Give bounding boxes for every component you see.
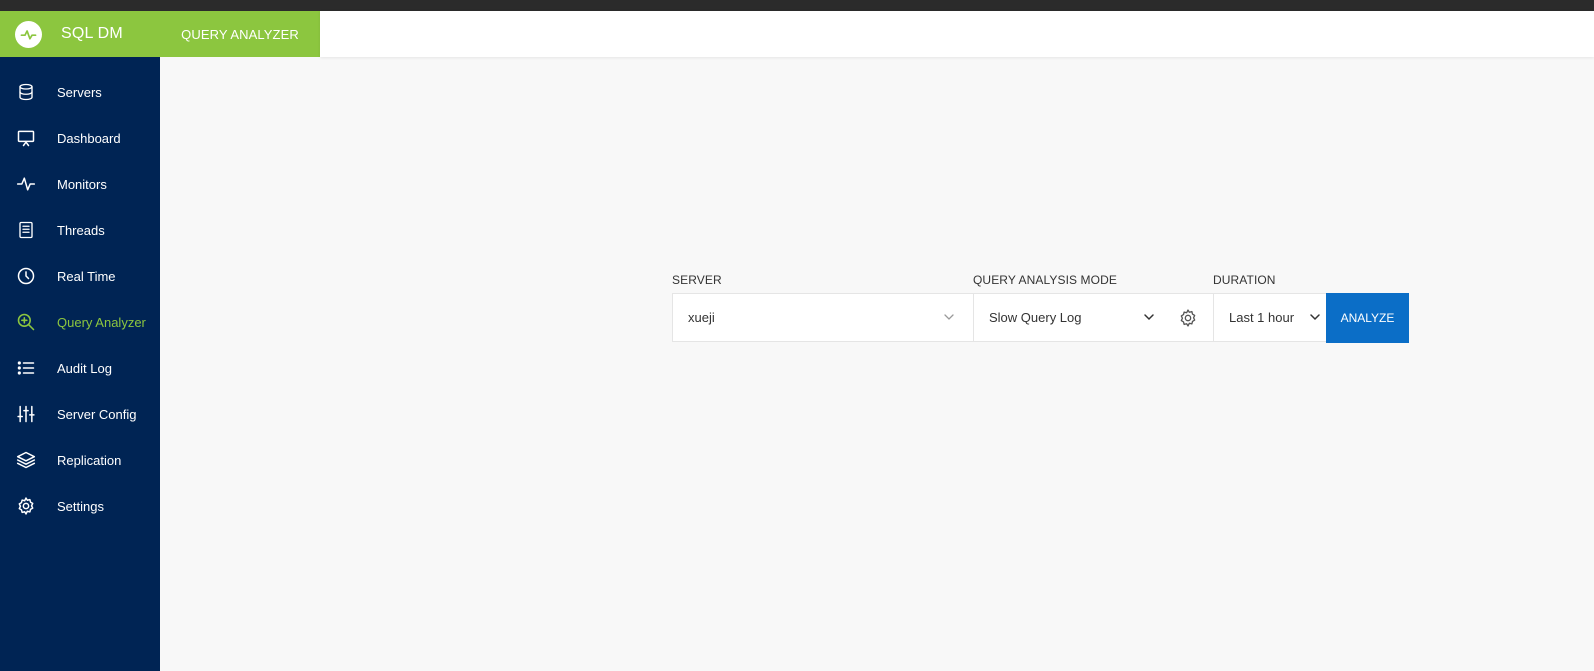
sidebar-item-query-analyzer[interactable]: Query Analyzer	[0, 304, 160, 340]
layers-icon	[16, 450, 36, 470]
sidebar-item-label: Threads	[57, 222, 105, 238]
sidebar-item-label: Replication	[57, 452, 122, 468]
mode-settings-gear-icon[interactable]	[1178, 308, 1198, 333]
sidebar-item-label: Query Analyzer	[57, 314, 146, 330]
query-analysis-mode-select[interactable]: Slow Query Log	[973, 293, 1214, 342]
brand-area[interactable]: SQL DM	[0, 11, 160, 57]
query-analysis-mode-label: QUERY ANALYSIS MODE	[973, 273, 1117, 287]
pulse-icon	[16, 174, 36, 194]
server-select-value: xueji	[688, 310, 715, 325]
chevron-down-icon	[1143, 310, 1155, 328]
sidebar-item-settings[interactable]: Settings	[0, 488, 160, 524]
browser-chrome-strip	[0, 0, 1594, 11]
sidebar-item-label: Dashboard	[57, 130, 121, 146]
server-select[interactable]: xueji	[672, 293, 974, 342]
server-label: SERVER	[672, 273, 722, 287]
sidebar-item-server-config[interactable]: Server Config	[0, 396, 160, 432]
duration-select-value: Last 1 hour	[1229, 310, 1295, 325]
chevron-down-icon	[943, 310, 955, 328]
monitor-icon	[16, 128, 36, 148]
sidebar-item-servers[interactable]: Servers	[0, 74, 160, 110]
sidebar-item-threads[interactable]: Threads	[0, 212, 160, 248]
pulse-logo-icon	[15, 20, 42, 48]
duration-select[interactable]: Last 1 hour	[1213, 293, 1331, 342]
sidebar-nav: Servers Dashboard Monitors Threads Real …	[0, 57, 160, 671]
query-analysis-mode-value: Slow Query Log	[989, 310, 1082, 325]
sidebar-item-label: Audit Log	[57, 360, 112, 376]
sidebar-item-label: Server Config	[57, 406, 137, 422]
database-icon	[16, 82, 36, 102]
header-tab-query-analyzer[interactable]: QUERY ANALYZER	[160, 11, 320, 57]
analyze-button[interactable]: ANALYZE	[1326, 293, 1409, 343]
list-icon	[16, 358, 36, 378]
sidebar-item-label: Settings	[57, 498, 104, 514]
sidebar-item-monitors[interactable]: Monitors	[0, 166, 160, 202]
zoom-in-icon	[16, 312, 36, 332]
sidebar-item-audit-log[interactable]: Audit Log	[0, 350, 160, 386]
sliders-icon	[16, 404, 36, 424]
sidebar-item-label: Monitors	[57, 176, 107, 192]
sidebar-item-label: Real Time	[57, 268, 116, 284]
sidebar-item-label: Servers	[57, 84, 102, 100]
clock-icon	[16, 266, 36, 286]
document-icon	[16, 220, 36, 240]
top-bar	[320, 11, 1594, 57]
sidebar-item-replication[interactable]: Replication	[0, 442, 160, 478]
gear-icon	[16, 496, 36, 516]
app-name: SQL DM	[61, 25, 123, 42]
chevron-down-icon	[1309, 310, 1321, 328]
sidebar-item-real-time[interactable]: Real Time	[0, 258, 160, 294]
duration-label: DURATION	[1213, 273, 1276, 287]
sidebar-item-dashboard[interactable]: Dashboard	[0, 120, 160, 156]
